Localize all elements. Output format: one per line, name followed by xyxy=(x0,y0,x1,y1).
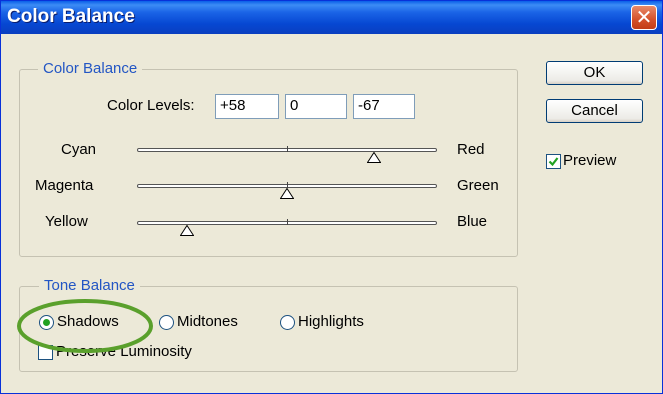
color-balance-dialog: Color Balance ✕ Color Balance Color Leve… xyxy=(0,0,663,394)
preview-label[interactable]: Preview xyxy=(563,152,616,169)
cyan-red-level-field[interactable]: +58 xyxy=(215,94,279,119)
yellow-label: Yellow xyxy=(45,213,88,230)
title-bar[interactable]: Color Balance ✕ xyxy=(1,1,662,34)
cyan-red-slider-thumb[interactable] xyxy=(367,152,381,163)
highlight-ellipse xyxy=(17,299,153,353)
blue-label: Blue xyxy=(457,213,488,230)
midtones-radio[interactable] xyxy=(159,315,174,330)
highlights-label[interactable]: Highlights xyxy=(298,313,364,330)
tone-balance-legend: Tone Balance xyxy=(39,277,140,294)
cancel-button[interactable]: Cancel xyxy=(546,99,643,123)
magenta-green-level-field[interactable]: 0 xyxy=(285,94,347,119)
cyan-label: Cyan xyxy=(61,141,97,158)
color-balance-legend: Color Balance xyxy=(38,60,143,77)
highlights-radio[interactable] xyxy=(280,315,295,330)
close-icon: ✕ xyxy=(635,5,653,29)
yellow-blue-slider-thumb[interactable] xyxy=(179,225,194,236)
green-label: Green xyxy=(457,177,499,194)
ok-button[interactable]: OK xyxy=(546,61,643,85)
color-levels-label: Color Levels: xyxy=(107,97,195,114)
close-button[interactable]: ✕ xyxy=(631,5,657,30)
red-label: Red xyxy=(457,141,485,158)
magenta-label: Magenta xyxy=(35,177,94,194)
magenta-green-slider-thumb[interactable] xyxy=(280,188,294,199)
window-title: Color Balance xyxy=(7,6,135,27)
midtones-label[interactable]: Midtones xyxy=(177,313,238,330)
yellow-blue-center-tick xyxy=(287,219,288,225)
yellow-blue-level-field[interactable]: -67 xyxy=(353,94,415,119)
checkmark-icon xyxy=(548,157,559,167)
preview-checkbox[interactable] xyxy=(546,154,561,169)
cyan-red-center-tick xyxy=(287,146,288,152)
